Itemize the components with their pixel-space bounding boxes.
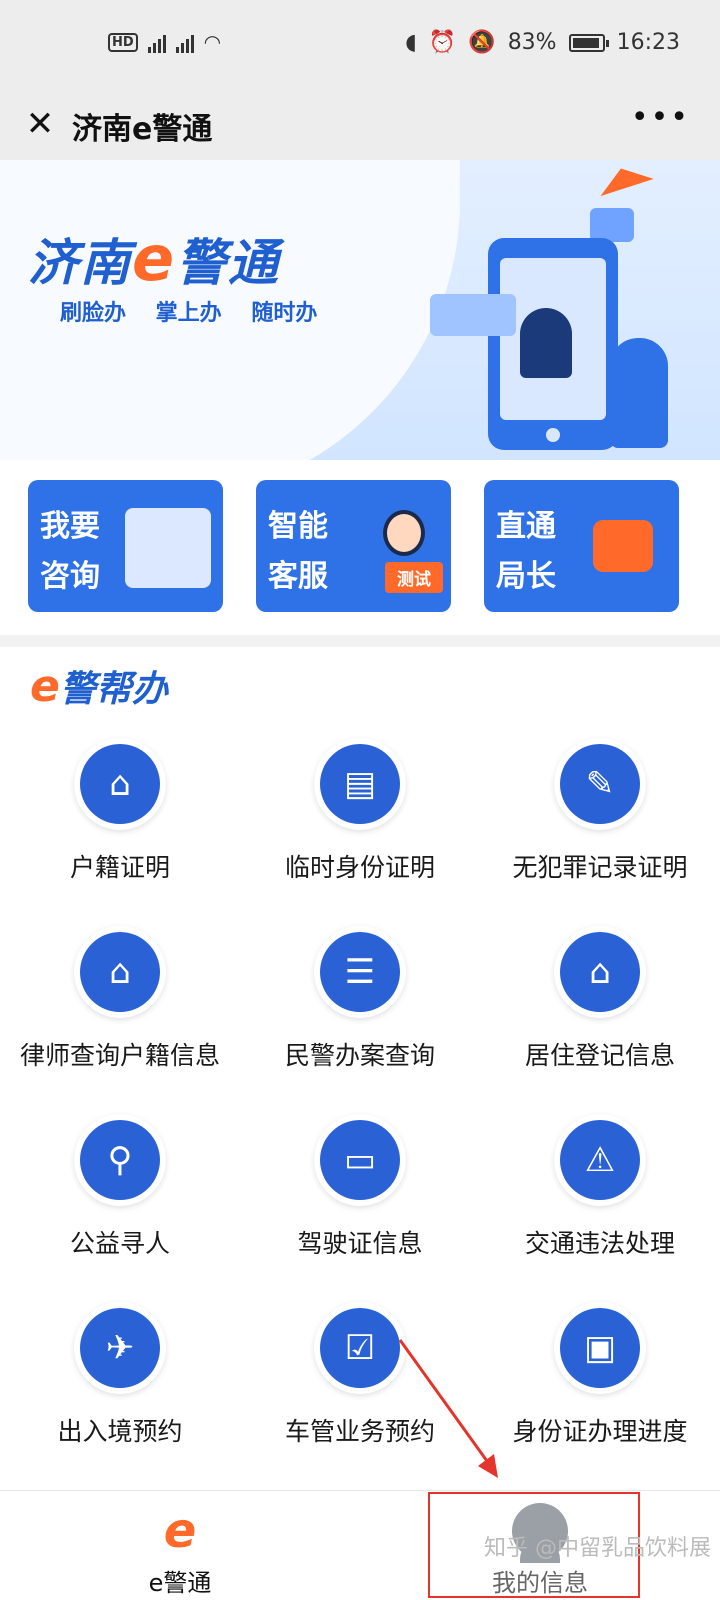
- close-icon[interactable]: ✕: [20, 104, 60, 144]
- e-logo-icon: e: [152, 1503, 208, 1559]
- mailbox-icon: [593, 520, 653, 572]
- clock: 16:23: [616, 30, 680, 55]
- service-label: 律师查询户籍信息: [19, 1041, 220, 1070]
- no-crime-record-icon: ✎: [554, 738, 646, 830]
- consult-card[interactable]: 我要咨询: [28, 480, 223, 612]
- service-label: 出入境预约: [57, 1417, 183, 1446]
- id-progress-icon: ▣: [554, 1302, 646, 1394]
- more-icon[interactable]: •••: [631, 100, 690, 135]
- test-badge: 测试: [385, 562, 443, 593]
- hd-icon: HD: [108, 32, 138, 52]
- mute-icon: 🔕: [468, 30, 496, 55]
- service-item[interactable]: ⌂ 居住登记信息: [480, 926, 720, 1116]
- page-title: 济南e警通: [72, 112, 213, 147]
- director-card[interactable]: 直通局长: [484, 480, 679, 612]
- hero-banner[interactable]: 济南e警通 刷脸办 掌上办 随时办: [0, 160, 720, 460]
- residence-icon: ⌂: [554, 926, 646, 1018]
- section-logo-e: e: [30, 661, 60, 712]
- service-item[interactable]: ▭ 驾驶证信息: [240, 1114, 480, 1304]
- tab-e-jingtong[interactable]: e e警通: [0, 1491, 360, 1600]
- section-title-text: 警帮办: [59, 669, 168, 710]
- status-bar: HD ◠ ◖ ⏰ 🔕 83% 16:23: [0, 0, 720, 90]
- battery-percent: 83%: [507, 30, 557, 55]
- service-label: 无犯罪记录证明: [512, 853, 688, 882]
- tab-label: e警通: [148, 1569, 212, 1597]
- immigration-icon: ✈: [74, 1302, 166, 1394]
- wifi-icon: ◠: [203, 30, 222, 54]
- banner-logo: 济南e警通: [28, 222, 280, 295]
- police-officer-illustration: [520, 308, 572, 378]
- service-label: 驾驶证信息: [297, 1229, 423, 1258]
- service-label: 车管业务预约: [284, 1417, 435, 1446]
- service-label: 身份证办理进度: [512, 1417, 688, 1446]
- logo-suffix: 警通: [176, 234, 281, 292]
- service-label: 居住登记信息: [524, 1041, 675, 1070]
- logo-prefix: 济南: [28, 234, 132, 292]
- driver-license-icon: ▭: [314, 1114, 406, 1206]
- service-item[interactable]: ⚠ 交通违法处理: [480, 1114, 720, 1304]
- quick-cards: 我要咨询 智能客服 测试 直通局长: [0, 460, 720, 635]
- service-item[interactable]: ⌂ 户籍证明: [0, 738, 240, 928]
- banner-slogan: 刷脸办 掌上办 随时办: [60, 301, 318, 326]
- watermark: 知乎 @中留乳品饮料展: [484, 1536, 711, 1561]
- headphones-icon: ◖: [405, 30, 417, 55]
- service-label: 户籍证明: [69, 853, 170, 882]
- tab-label: 我的信息: [492, 1569, 588, 1597]
- woman-illustration: [610, 338, 668, 448]
- phone-button: [546, 428, 560, 442]
- service-label: 民警办案查询: [284, 1041, 435, 1070]
- service-label: 公益寻人: [69, 1229, 170, 1258]
- temp-id-icon: ▤: [314, 738, 406, 830]
- system-indicators: ◖ ⏰ 🔕 83% 16:23: [405, 30, 680, 55]
- service-item[interactable]: ✎ 无犯罪记录证明: [480, 738, 720, 928]
- logo-e: e: [132, 222, 177, 295]
- service-item[interactable]: ☰ 民警办案查询: [240, 926, 480, 1116]
- section-divider: [0, 635, 720, 647]
- traffic-violation-icon: ⚠: [554, 1114, 646, 1206]
- message-bubble-icon: [430, 294, 516, 336]
- card-label: 直通局长: [496, 509, 556, 594]
- consult-icon: [125, 508, 211, 588]
- paper-plane-icon: [594, 160, 654, 197]
- search-people-icon: ⚲: [74, 1114, 166, 1206]
- case-query-icon: ☰: [314, 926, 406, 1018]
- chat-bubble-icon: [590, 208, 634, 242]
- signal-icon: [175, 31, 194, 53]
- section-title: e警帮办: [30, 660, 168, 712]
- vehicle-appointment-icon: ☑: [314, 1302, 406, 1394]
- title-bar: ✕ 济南e警通 •••: [0, 90, 720, 160]
- network-indicators: HD ◠: [108, 30, 221, 54]
- service-item[interactable]: ✈ 出入境预约: [0, 1302, 240, 1492]
- service-item[interactable]: ⌂ 律师查询户籍信息: [0, 926, 240, 1116]
- service-item[interactable]: ▣ 身份证办理进度: [480, 1302, 720, 1492]
- lawyer-query-icon: ⌂: [74, 926, 166, 1018]
- alarm-icon: ⏰: [428, 30, 457, 55]
- battery-icon: [568, 33, 609, 52]
- service-agent-icon: [383, 510, 425, 556]
- card-label: 我要咨询: [40, 509, 100, 594]
- signal-icon: [147, 31, 166, 53]
- card-label: 智能客服: [268, 509, 328, 594]
- service-label: 临时身份证明: [284, 853, 435, 882]
- service-item[interactable]: ⚲ 公益寻人: [0, 1114, 240, 1304]
- service-item[interactable]: ☑ 车管业务预约: [240, 1302, 480, 1492]
- household-icon: ⌂: [74, 738, 166, 830]
- service-item[interactable]: ▤ 临时身份证明: [240, 738, 480, 928]
- service-label: 交通违法处理: [524, 1229, 675, 1258]
- smart-service-card[interactable]: 智能客服 测试: [256, 480, 451, 612]
